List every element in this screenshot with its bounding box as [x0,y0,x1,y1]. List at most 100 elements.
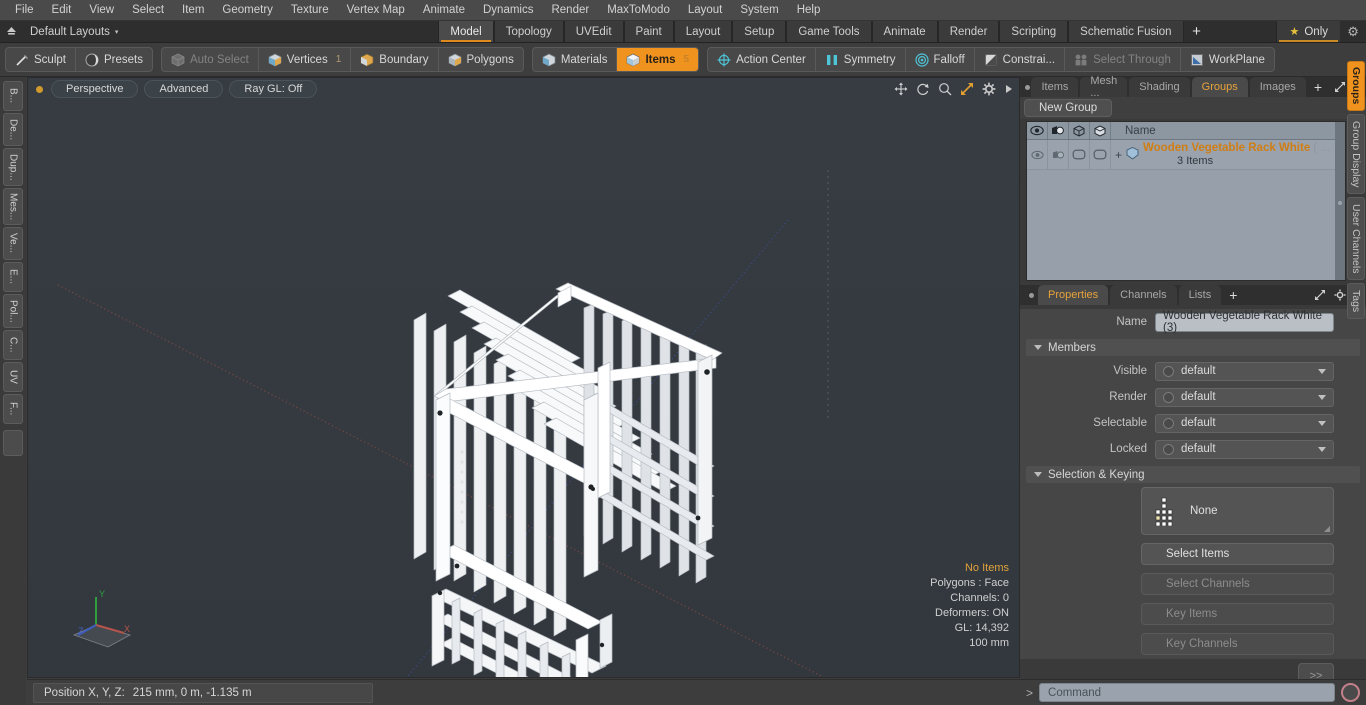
zoom-icon[interactable] [938,82,952,96]
gear-icon[interactable] [982,82,996,96]
row-locked-toggle[interactable] [1090,140,1111,169]
left-tab-extra[interactable] [3,430,23,456]
group-list-scrollbar[interactable] [1335,122,1345,280]
menu-item-dynamics[interactable]: Dynamics [474,2,542,18]
render-state-dot[interactable] [1163,391,1174,403]
symmetry-button[interactable]: Symmetry [816,48,906,71]
selectable-dropdown[interactable]: default [1155,413,1334,433]
side-tab-tags[interactable]: Tags [1347,283,1365,319]
fit-icon[interactable] [960,82,974,96]
viewport-raygl-button[interactable]: Ray GL: Off [229,80,318,98]
layout-tab-uvedit[interactable]: UVEdit [563,21,624,42]
move-icon[interactable] [894,82,908,96]
select-items-button[interactable]: Select Items [1141,543,1334,565]
menu-item-edit[interactable]: Edit [43,2,81,18]
command-input[interactable]: Command [1039,683,1335,702]
sculpt-button[interactable]: Sculpt [6,48,76,71]
only-toggle-button[interactable]: ★ Only [1276,21,1341,42]
menu-item-help[interactable]: Help [788,2,830,18]
layout-tab-game-tools[interactable]: Game Tools [786,21,872,42]
layout-tab-topology[interactable]: Topology [493,21,564,42]
row-name-cell[interactable]: + Wooden Vegetable Rack White ( ... 3 It… [1111,140,1345,169]
tab-images[interactable]: Images [1249,77,1306,97]
constraint-button[interactable]: Constrai... [975,48,1066,71]
layout-tab-scripting[interactable]: Scripting [999,21,1069,42]
auto-select-button[interactable]: Auto Select [162,48,259,71]
menu-item-file[interactable]: File [6,2,43,18]
select-through-button[interactable]: Select Through [1065,48,1181,71]
panel-menu-dot-icon[interactable] [1024,77,1031,97]
add-properties-tab-button[interactable]: + [1223,285,1243,305]
left-tab-curve[interactable]: C... [3,330,23,360]
tab-properties[interactable]: Properties [1038,285,1109,305]
members-section-header[interactable]: Members [1026,339,1360,356]
menu-item-layout[interactable]: Layout [679,2,732,18]
layout-tab-render[interactable]: Render [937,21,1000,42]
layout-tab-paint[interactable]: Paint [623,21,674,42]
side-tab-group-display[interactable]: Group Display [1347,114,1365,194]
new-group-button[interactable]: New Group [1024,99,1113,117]
column-header-visible[interactable] [1027,122,1048,139]
action-center-button[interactable]: Action Center [708,48,816,71]
left-tab-polygon[interactable]: Pol... [3,294,23,328]
row-selectable-toggle[interactable] [1069,140,1090,169]
gear-icon[interactable]: ⚙ [1340,21,1366,42]
layout-tab-model[interactable]: Model [438,21,494,42]
properties-menu-dot-icon[interactable] [1024,285,1038,305]
position-readout[interactable]: Position X, Y, Z: 215 mm, 0 m, -1.135 m [33,682,373,703]
table-row[interactable]: + Wooden Vegetable Rack White ( ... 3 It… [1027,140,1345,170]
column-header-render[interactable] [1048,122,1069,139]
presets-button[interactable]: Presets [76,48,152,71]
polygons-button[interactable]: Polygons [439,48,523,71]
left-tab-vertex[interactable]: Ve... [3,227,23,260]
locked-state-dot[interactable] [1163,443,1174,455]
column-header-locked[interactable] [1090,122,1111,139]
menu-item-vertex-map[interactable]: Vertex Map [338,2,414,18]
layout-tab-animate[interactable]: Animate [871,21,938,42]
tab-mesh[interactable]: Mesh ... [1080,75,1128,99]
layout-tab-schematic-fusion[interactable]: Schematic Fusion [1068,21,1184,42]
menu-item-texture[interactable]: Texture [282,2,338,18]
row-render-toggle[interactable] [1048,140,1069,169]
menu-item-select[interactable]: Select [123,2,173,18]
tab-shading[interactable]: Shading [1129,77,1190,97]
selection-set-dropdown[interactable]: None [1141,487,1334,535]
menu-item-geometry[interactable]: Geometry [213,2,282,18]
default-layouts-dropdown[interactable]: Default Layouts ▾ [22,21,126,42]
menu-item-render[interactable]: Render [542,2,598,18]
side-tab-groups[interactable]: Groups [1347,61,1365,111]
workplane-button[interactable]: WorkPlane [1181,48,1274,71]
side-tab-user-channels[interactable]: User Channels [1347,197,1365,280]
add-layout-tab-button[interactable]: + [1183,21,1210,42]
viewport-3d-canvas[interactable] [28,100,1019,677]
home-icon[interactable] [0,21,22,42]
left-tab-mesh-edit[interactable]: Mes... [3,188,23,225]
tab-lists[interactable]: Lists [1178,285,1222,305]
boundary-button[interactable]: Boundary [351,48,439,71]
items-button[interactable]: Items 5 [617,48,699,71]
record-icon[interactable] [1341,683,1360,702]
selectable-state-dot[interactable] [1163,417,1174,429]
layout-tab-setup[interactable]: Setup [732,21,787,42]
name-field[interactable]: Wooden Vegetable Rack White (3) [1155,310,1334,334]
left-tab-uv[interactable]: UV [3,362,23,392]
column-header-selectable[interactable] [1069,122,1090,139]
viewport-projection-button[interactable]: Perspective [51,80,139,98]
maximize-properties-icon[interactable] [1310,285,1330,305]
render-dropdown[interactable]: default [1155,387,1334,407]
row-visible-toggle[interactable] [1027,140,1048,169]
menu-item-system[interactable]: System [731,2,787,18]
tab-channels[interactable]: Channels [1110,285,1177,305]
vertices-button[interactable]: Vertices 1 [259,48,352,71]
tab-items[interactable]: Items [1031,77,1079,97]
viewport-menu-dot-icon[interactable] [36,85,43,93]
expand-icon[interactable]: + [1115,148,1122,162]
tab-groups[interactable]: Groups [1191,77,1248,97]
menu-item-maxtomodo[interactable]: MaxToModo [598,2,679,18]
menu-item-item[interactable]: Item [173,2,213,18]
viewport-shading-button[interactable]: Advanced [144,80,224,98]
menu-item-animate[interactable]: Animate [414,2,474,18]
selection-keying-section-header[interactable]: Selection & Keying [1026,466,1360,483]
left-tab-basic[interactable]: B... [3,81,23,111]
rotate-icon[interactable] [916,82,930,96]
